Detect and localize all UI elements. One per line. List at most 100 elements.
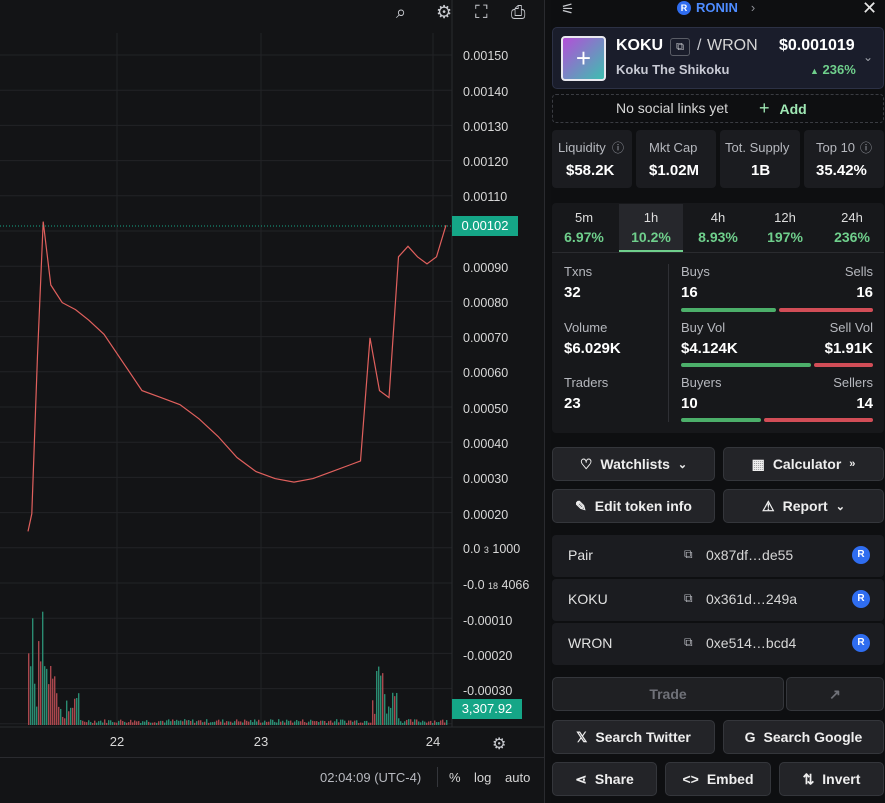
tab-1h[interactable]: 1h 10.2% [619,204,683,252]
tab-5m[interactable]: 5m 6.97% [552,204,616,252]
volume-bar [308,721,310,725]
chevron-down-icon[interactable]: ⌄ [863,50,873,64]
indicator-icon[interactable]: ⌕ [396,0,406,24]
volume-bar [304,722,306,725]
chevron-down-icon: ⌄ [835,500,845,513]
volume-bar [38,641,40,725]
invert-button[interactable]: ⇅ Invert [779,762,884,796]
token-symbol: KOKU [616,37,664,54]
volume-bar [82,720,84,725]
volume-bar [204,721,206,725]
volume-bar [46,668,48,725]
traders-value: 23 [564,395,581,412]
price-change: ▲ 236% [810,62,856,77]
report-button[interactable]: ⚠ Report ⌄ [723,489,884,523]
volume-bar [358,722,360,725]
buy-vol-label: Buy Vol [681,320,726,335]
add-social-button[interactable]: + Add [759,98,807,119]
embed-button[interactable]: <> Embed [665,762,771,796]
price-axis-label: 0.00130 [463,120,508,134]
time-axis-label: 23 [254,734,268,749]
volume-bar [212,722,214,725]
volume-bar [290,720,292,725]
volume-bar [234,721,236,725]
close-icon[interactable]: ✕ [862,0,877,19]
info-icon[interactable]: ⓘ [612,139,624,156]
external-link-button[interactable]: ↗ [786,677,884,711]
volume-bar [112,722,114,725]
volume-bar [134,720,136,725]
ronin-explorer-icon[interactable]: R [852,590,870,608]
trade-button[interactable]: Trade [552,677,784,711]
axis-settings-icon[interactable]: ⚙ [492,734,506,754]
price-chart[interactable]: 0.00150 0.00140 0.00130 0.00120 0.00110 0.000… [0,0,545,803]
volume-bar [322,720,324,725]
volume-bar [270,719,272,725]
volume-bar [428,721,430,725]
copy-icon[interactable]: ⧉ [684,635,693,650]
camera-icon[interactable]: ⎙ [511,0,525,24]
volume-bar [438,722,440,725]
search-twitter-button[interactable]: 𝕏 Search Twitter [552,720,715,754]
volume-bar [254,719,256,725]
token-avatar: + [561,36,606,81]
volume-bar [446,720,448,725]
volume-bar [266,721,268,725]
ronin-explorer-icon[interactable]: R [852,546,870,564]
tab-12h[interactable]: 12h 197% [753,204,817,252]
volume-bar [50,665,52,725]
edit-token-button[interactable]: ✎ Edit token info [552,489,715,523]
volume-bar [224,722,226,725]
sells-label: Sells [844,264,873,279]
volume-bar [156,722,158,725]
warning-icon: ⚠ [762,497,775,514]
chain-label[interactable]: R RONIN › [677,0,755,15]
volume-bar [268,721,270,725]
caret-up-icon: ▲ [810,66,819,76]
volume-bar [200,720,202,725]
volume-bar [116,722,118,725]
axis-label-sub2: -0.0 18 4066 [463,578,530,592]
volume-bar [326,722,328,725]
volume-bar [106,722,108,725]
volume-bar [198,720,200,725]
txns-value: 32 [564,284,581,301]
percent-toggle[interactable]: % [449,770,461,785]
tab-24h[interactable]: 24h 236% [820,204,884,252]
ronin-explorer-icon[interactable]: R [852,634,870,652]
volume-bar [442,719,444,725]
volume-bar [162,720,164,725]
volume-bar [30,666,32,725]
volume-bar [398,718,400,725]
volume-bar [432,722,434,725]
info-icon[interactable]: ⓘ [860,139,872,156]
watchlists-button[interactable]: ♡ Watchlists ⌄ [552,447,715,481]
price-line [27,221,447,532]
share-button[interactable]: ⋖ Share [552,762,657,796]
copy-icon[interactable]: ⧉ [684,547,693,562]
gear-icon[interactable]: ⚙ [436,0,452,24]
volume-bar [264,720,266,725]
auto-toggle[interactable]: auto [505,770,530,785]
price-chart-pane[interactable]: 0.00150 0.00140 0.00130 0.00120 0.00110 0.000… [0,0,545,803]
copy-icon[interactable]: ⧉ [670,38,690,56]
copy-icon[interactable]: ⧉ [684,591,693,606]
volume-bar [414,719,416,725]
sliders-icon[interactable]: ⚟ [561,0,574,18]
fullscreen-icon[interactable]: ⛶ [475,0,488,24]
volume-bar [172,719,174,725]
volume-bar [140,722,142,725]
search-google-button[interactable]: G Search Google [723,720,884,754]
volume-bar [168,719,170,725]
tab-4h[interactable]: 4h 8.93% [686,204,750,252]
volume-bar [52,678,54,725]
volume-bar [96,722,98,725]
volume-bar [376,670,378,725]
volume-bar [132,722,134,725]
buyers-value: 10 [681,395,698,412]
calculator-button[interactable]: ▦ Calculator» [723,447,884,481]
volume-bar [208,722,210,725]
txns-label: Txns [564,264,593,279]
log-toggle[interactable]: log [474,770,491,785]
volume-bar [28,653,30,725]
